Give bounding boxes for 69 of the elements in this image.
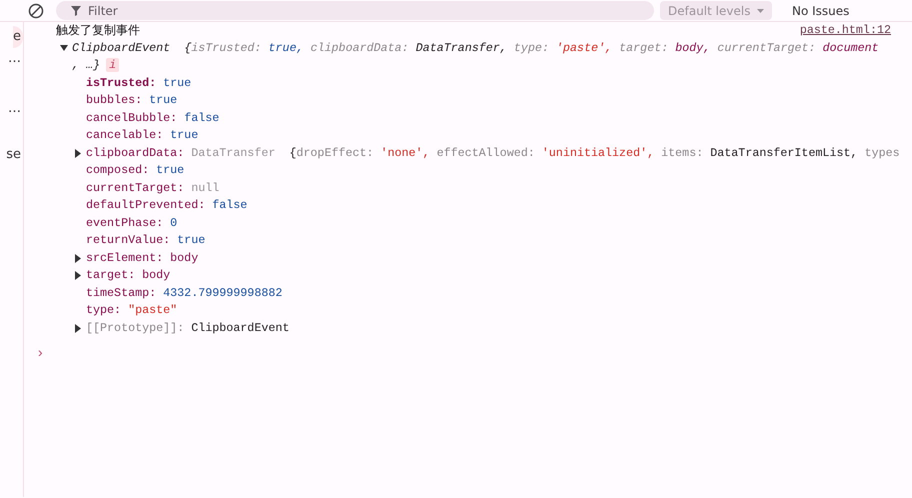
preview-key: target: [619,40,668,54]
preview-key: clipboardData: [310,40,409,54]
preview-key: currentTarget: [717,40,816,54]
preview-key: types [864,146,900,160]
sidebar-item[interactable]: … [8,48,23,70]
property-key: timeStamp: [86,284,156,302]
preview-value: 'uninitialized', [542,146,654,160]
expand-arrow-icon[interactable] [74,324,82,333]
info-badge[interactable]: i [106,58,120,72]
expand-arrow-icon[interactable] [74,148,82,158]
property-key: clipboardData: [86,144,184,162]
property-key: isTrusted: [86,74,156,92]
property-key: [[Prototype]]: [86,320,184,337]
property-value: false [212,197,248,214]
property-key: cancelBubble: [86,110,178,127]
preview-key: effectAllowed: [436,146,535,160]
preview-value: 'none', [380,146,430,160]
sidebar-item[interactable]: se [6,144,23,166]
preview-value: 'paste', [556,40,612,54]
issues-label: No Issues [792,2,850,20]
property-value: body [170,250,198,266]
property-key: returnValue: [86,232,170,250]
brace: { [184,40,192,54]
expand-arrow-icon[interactable] [74,254,82,263]
property-value: ClipboardEvent [191,320,290,336]
collapse-arrow-icon[interactable] [60,44,68,53]
property-value: true [163,74,192,92]
property-value: true [149,92,178,109]
property-value: "paste" [128,302,178,319]
property-value: body [142,267,170,284]
property-key: eventPhase: [86,214,164,232]
property-key: target: [86,267,136,284]
filter-field[interactable]: Filter [56,1,654,20]
preview-value: DataTransfer, [416,40,507,54]
property-value: true [177,232,206,249]
property-value: true [170,127,198,144]
brace: { [289,146,296,160]
preview-tail: , …} [72,58,100,72]
property-value: false [184,110,220,126]
preview-key: dropEffect: [296,146,374,160]
caret-icon [757,8,764,12]
preview-value: true, [268,40,304,54]
property-key: composed: [86,162,150,180]
log-message: 触发了复制事件 [56,22,140,39]
expand-arrow-icon[interactable] [74,271,82,280]
property-key: type: [86,302,122,320]
filter-icon [70,4,82,16]
class-name: ClipboardEvent [72,40,170,54]
property-key: defaultPrevented: [86,197,206,214]
sidebar-item[interactable]: … [8,98,23,120]
preview-key: items: [661,146,704,160]
preview-value: document [822,40,879,54]
preview-key: isTrusted: [191,40,262,54]
property-key: cancelable: [86,127,164,144]
property-value: DataTransfer [191,144,276,162]
property-value: true [156,162,184,179]
block-icon[interactable] [28,2,44,18]
preview-value: body, [675,40,710,54]
property-key: bubbles: [86,92,142,110]
property-key: srcElement: [86,250,164,267]
source-link[interactable]: paste.html:12 [800,22,891,40]
property-value: null [191,180,220,196]
preview-value: DataTransferItemList, [710,146,858,160]
property-value: 4332.799999998882 [163,284,282,302]
preview-key: type: [514,40,549,54]
property-value: 0 [170,214,178,232]
property-key: currentTarget: [86,180,184,197]
prompt-chevron[interactable]: › [24,346,912,364]
sidebar-item[interactable]: e [13,26,23,48]
